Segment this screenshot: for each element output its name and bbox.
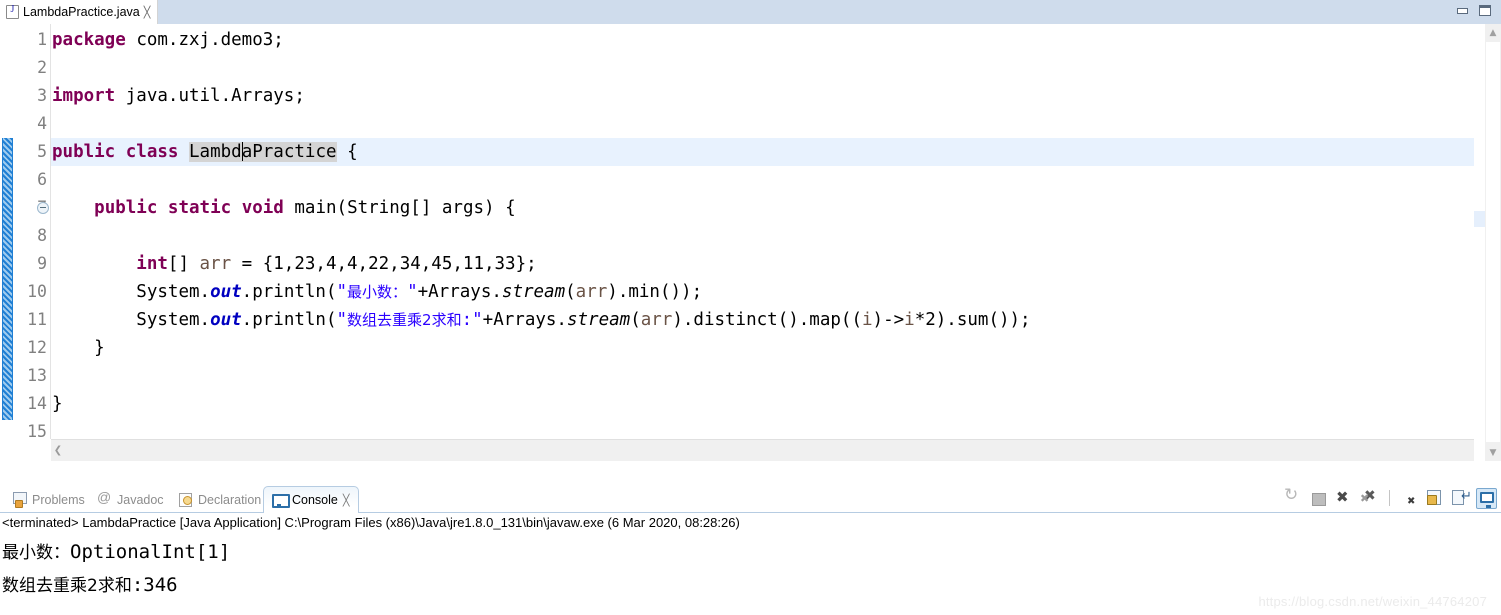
display-selected-console-button[interactable]	[1476, 487, 1497, 509]
code-line-1[interactable]: package com.zxj.demo3;	[51, 26, 1474, 54]
declaration-icon	[178, 492, 193, 507]
code-line-13[interactable]	[51, 362, 1474, 390]
editor-tab-strip-fill	[158, 0, 1501, 24]
code-line-6[interactable]	[51, 166, 1474, 194]
pin-console-icon	[1452, 489, 1472, 505]
eclipse-ide-window: LambdaPractice.java ╳ 123456789101112131…	[0, 0, 1501, 615]
close-icon[interactable]: ╳	[343, 494, 350, 507]
java-file-icon	[6, 4, 19, 19]
close-icon[interactable]: ╳	[144, 7, 151, 18]
console-view-body[interactable]: <terminated> LambdaPractice [Java Applic…	[0, 513, 1501, 615]
change-annotation-bar	[0, 24, 14, 461]
view-tab-javadoc[interactable]: Javadoc	[89, 486, 172, 513]
scroll-down-arrow-icon[interactable]: ▼	[1485, 444, 1501, 461]
display-selected-console-icon	[1480, 491, 1494, 508]
vscroll-thumb[interactable]	[1485, 41, 1501, 443]
view-tab-label: Javadoc	[117, 492, 164, 507]
console-status-line: <terminated> LambdaPractice [Java Applic…	[2, 515, 740, 530]
code-line-8[interactable]	[51, 222, 1474, 250]
pin-console-button[interactable]	[1450, 488, 1472, 509]
change-marker	[2, 138, 13, 420]
code-line-7[interactable]: public static void main(String[] args) {	[51, 194, 1474, 222]
code-line-4[interactable]	[51, 110, 1474, 138]
problems-icon	[12, 492, 27, 508]
console-output-value: OptionalInt[1]	[70, 541, 231, 563]
scroll-lock-button[interactable]	[1424, 488, 1445, 509]
minimize-icon	[1457, 8, 1468, 14]
code-line-2[interactable]	[51, 54, 1474, 82]
console-icon	[272, 493, 290, 508]
editor-horizontal-scrollbar[interactable]: ❮	[51, 439, 1474, 461]
code-line-3[interactable]: import java.util.Arrays;	[51, 82, 1474, 110]
folding-column[interactable]	[36, 24, 51, 461]
overview-ruler[interactable]	[1474, 24, 1485, 461]
javadoc-icon	[97, 489, 112, 507]
editor-bottom-left-corner	[0, 439, 51, 461]
view-tab-problems[interactable]: Problems	[4, 486, 93, 513]
console-output-cjk: 最小数：	[2, 543, 70, 563]
scroll-lock-icon	[1427, 489, 1441, 505]
code-line-9[interactable]: int[] arr = {1,23,4,4,22,34,45,11,33};	[51, 250, 1474, 278]
editor-tab-label: LambdaPractice.java	[23, 5, 140, 19]
editor-tab-bar: LambdaPractice.java ╳	[0, 0, 1501, 24]
views-part: Problems Javadoc Declaration Console ╳ <term…	[0, 483, 1501, 615]
editor-part: LambdaPractice.java ╳ 123456789101112131…	[0, 0, 1501, 483]
overview-ruler-mark	[1474, 211, 1485, 227]
clear-console-button[interactable]	[1398, 488, 1419, 509]
views-tab-bar: Problems Javadoc Declaration Console ╳	[0, 483, 1501, 513]
console-output-line: 最小数：OptionalInt[1]	[2, 538, 230, 563]
code-editor-area[interactable]: 123456789101112131415 package com.zxj.de…	[0, 24, 1501, 461]
view-tab-label: Console	[292, 493, 338, 507]
code-line-14[interactable]: }	[51, 390, 1474, 418]
view-tab-label: Problems	[32, 492, 85, 507]
console-output-value: :346	[131, 574, 178, 596]
code-line-11[interactable]: System.out.println("数组去重乘2求和:"+Arrays.st…	[51, 306, 1474, 334]
remove-launch-button[interactable]	[1334, 488, 1355, 509]
view-tab-declaration[interactable]: Declaration	[170, 486, 269, 513]
scroll-up-arrow-icon[interactable]: ▲	[1485, 24, 1501, 41]
remove-all-terminated-button[interactable]	[1360, 488, 1381, 509]
editor-tab-lambdapractice[interactable]: LambdaPractice.java ╳	[0, 0, 159, 24]
code-line-10[interactable]: System.out.println("最小数："+Arrays.stream(…	[51, 278, 1474, 306]
scroll-left-arrow-icon[interactable]: ❮	[51, 440, 65, 461]
maximize-button[interactable]	[1477, 4, 1493, 18]
vscroll-track[interactable]: ▲ ▼	[1485, 24, 1501, 461]
console-toolbar	[1282, 485, 1497, 511]
minimize-button[interactable]	[1455, 4, 1471, 18]
maximize-icon	[1479, 5, 1491, 16]
editor-vertical-scrollbar[interactable]: ▲ ▼	[1474, 24, 1501, 461]
terminate-button[interactable]	[1308, 488, 1329, 509]
code-lines-container[interactable]: package com.zxj.demo3; import java.util.…	[51, 24, 1474, 461]
view-tab-label: Declaration	[198, 492, 262, 507]
toolbar-separator	[1389, 490, 1390, 506]
console-output-cjk: 数组去重乘2求和	[2, 576, 132, 596]
code-line-5[interactable]: public class LambdaPractice {	[51, 138, 1474, 166]
fold-collapse-icon[interactable]	[37, 202, 49, 214]
code-line-12[interactable]: }	[51, 334, 1474, 362]
relaunch-button[interactable]	[1282, 488, 1303, 509]
view-tab-console[interactable]: Console ╳	[263, 486, 359, 513]
console-output-line: 数组去重乘2求和:346	[2, 571, 178, 596]
